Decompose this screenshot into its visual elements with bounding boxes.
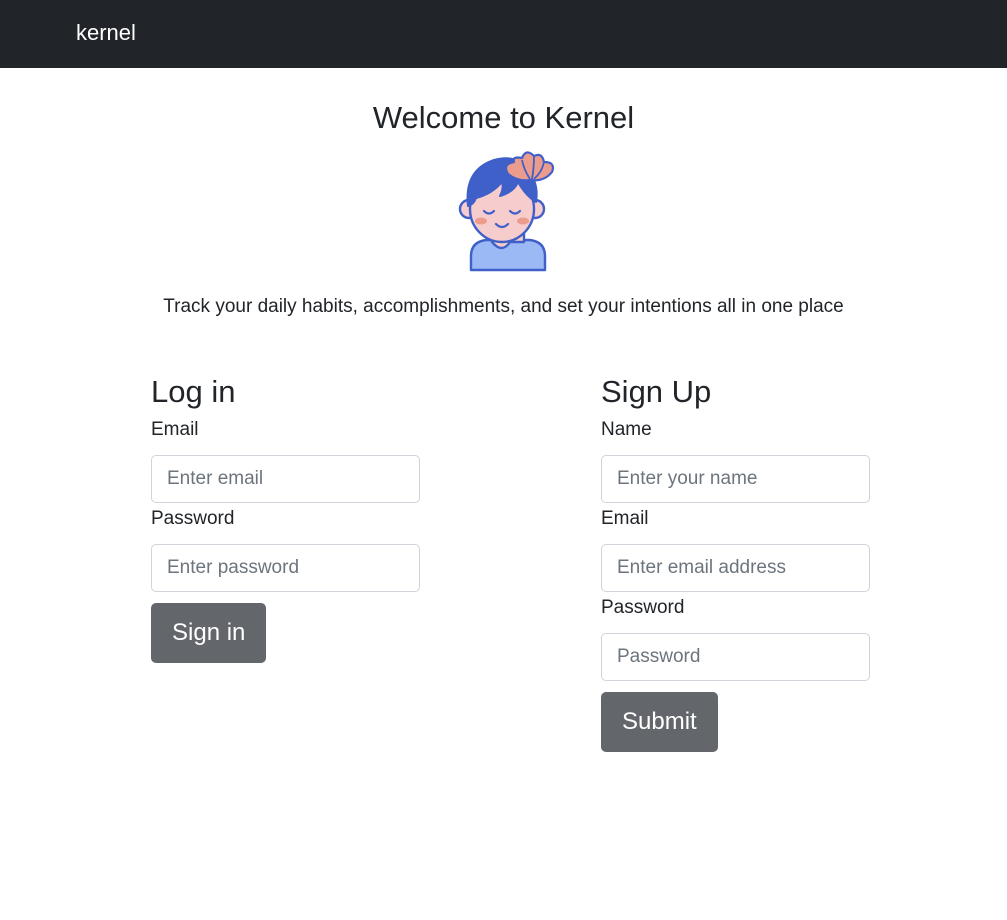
login-heading: Log in	[151, 374, 236, 409]
signup-heading: Sign Up	[601, 374, 712, 409]
signup-email-label: Email	[601, 508, 649, 529]
signup-form: Sign Up Name Email Password Submit	[601, 370, 881, 752]
brand-link[interactable]: kernel	[76, 18, 136, 48]
navbar: kernel	[0, 0, 1007, 68]
signup-email-group: Email	[601, 505, 881, 592]
signup-password-label: Password	[601, 597, 685, 618]
submit-button[interactable]: Submit	[601, 692, 718, 752]
login-email-label: Email	[151, 419, 199, 440]
login-form: Log in Email Password Sign in	[151, 370, 431, 663]
page-title: Welcome to Kernel	[372, 100, 635, 135]
signup-name-input[interactable]	[601, 455, 870, 503]
signup-name-group: Name	[601, 416, 881, 503]
sign-in-button[interactable]: Sign in	[151, 603, 267, 663]
signup-name-label: Name	[601, 419, 652, 440]
login-password-label: Password	[151, 508, 235, 529]
login-email-group: Email	[151, 416, 431, 503]
login-email-input[interactable]	[151, 455, 420, 503]
login-password-group: Password	[151, 505, 431, 592]
login-password-input[interactable]	[151, 544, 420, 592]
signup-password-group: Password	[601, 594, 881, 681]
signup-password-input[interactable]	[601, 633, 870, 681]
meditating-person-icon	[452, 146, 564, 274]
signup-email-input[interactable]	[601, 544, 870, 592]
tagline: Track your daily habits, accomplishments…	[163, 296, 844, 317]
